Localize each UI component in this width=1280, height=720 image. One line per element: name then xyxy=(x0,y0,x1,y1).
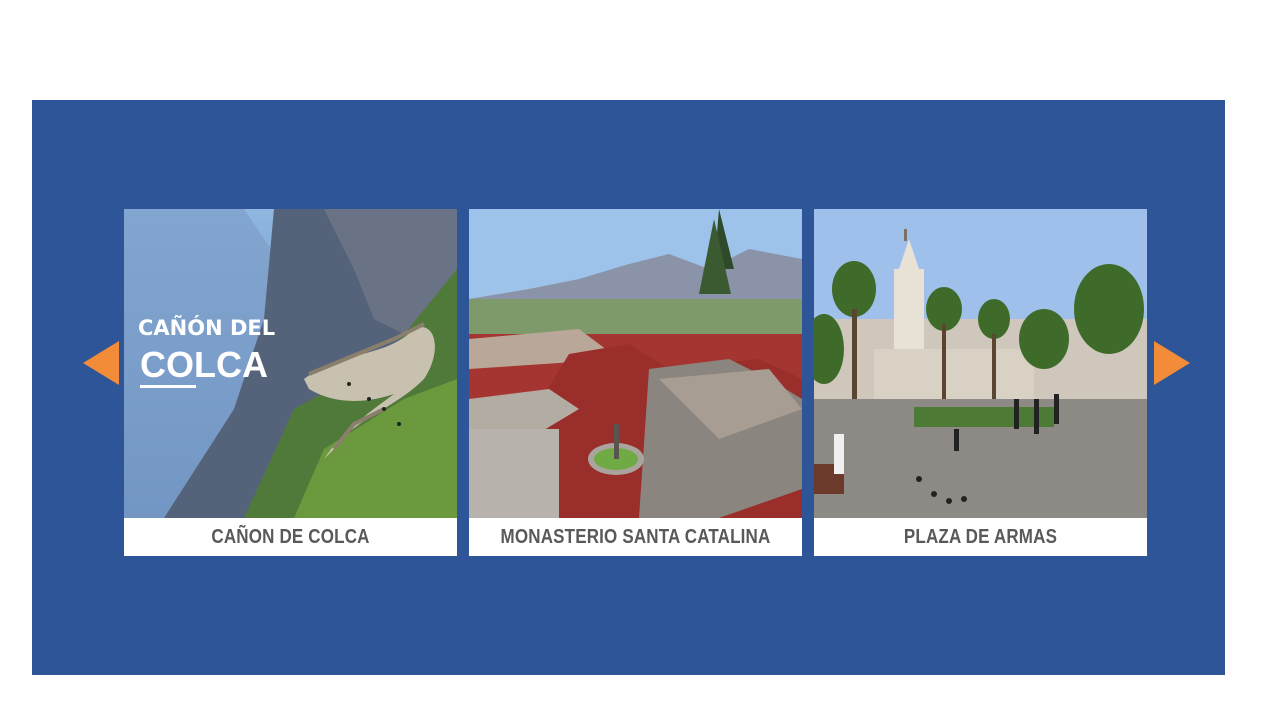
plaza-de-armas-image xyxy=(814,209,1147,518)
colca-overlay-line2: COLCA xyxy=(140,344,268,385)
colca-canyon-image: CAÑÓN DEL COLCA xyxy=(124,209,457,518)
carousel-next-button[interactable] xyxy=(1154,341,1190,385)
colca-overlay-line1: CAÑÓN DEL xyxy=(138,315,275,340)
destination-card-santa-catalina[interactable]: MONASTERIO SANTA CATALINA xyxy=(469,209,802,556)
destination-card-colca[interactable]: CAÑÓN DEL COLCA CAÑON DE COLCA xyxy=(124,209,457,556)
card-caption: CAÑON DE COLCA xyxy=(211,525,370,548)
destination-card-plaza-de-armas[interactable]: PLAZA DE ARMAS xyxy=(814,209,1147,556)
carousel-prev-button[interactable] xyxy=(83,341,119,385)
santa-catalina-image xyxy=(469,209,802,518)
card-caption: MONASTERIO SANTA CATALINA xyxy=(500,525,771,548)
card-caption: PLAZA DE ARMAS xyxy=(903,525,1058,548)
